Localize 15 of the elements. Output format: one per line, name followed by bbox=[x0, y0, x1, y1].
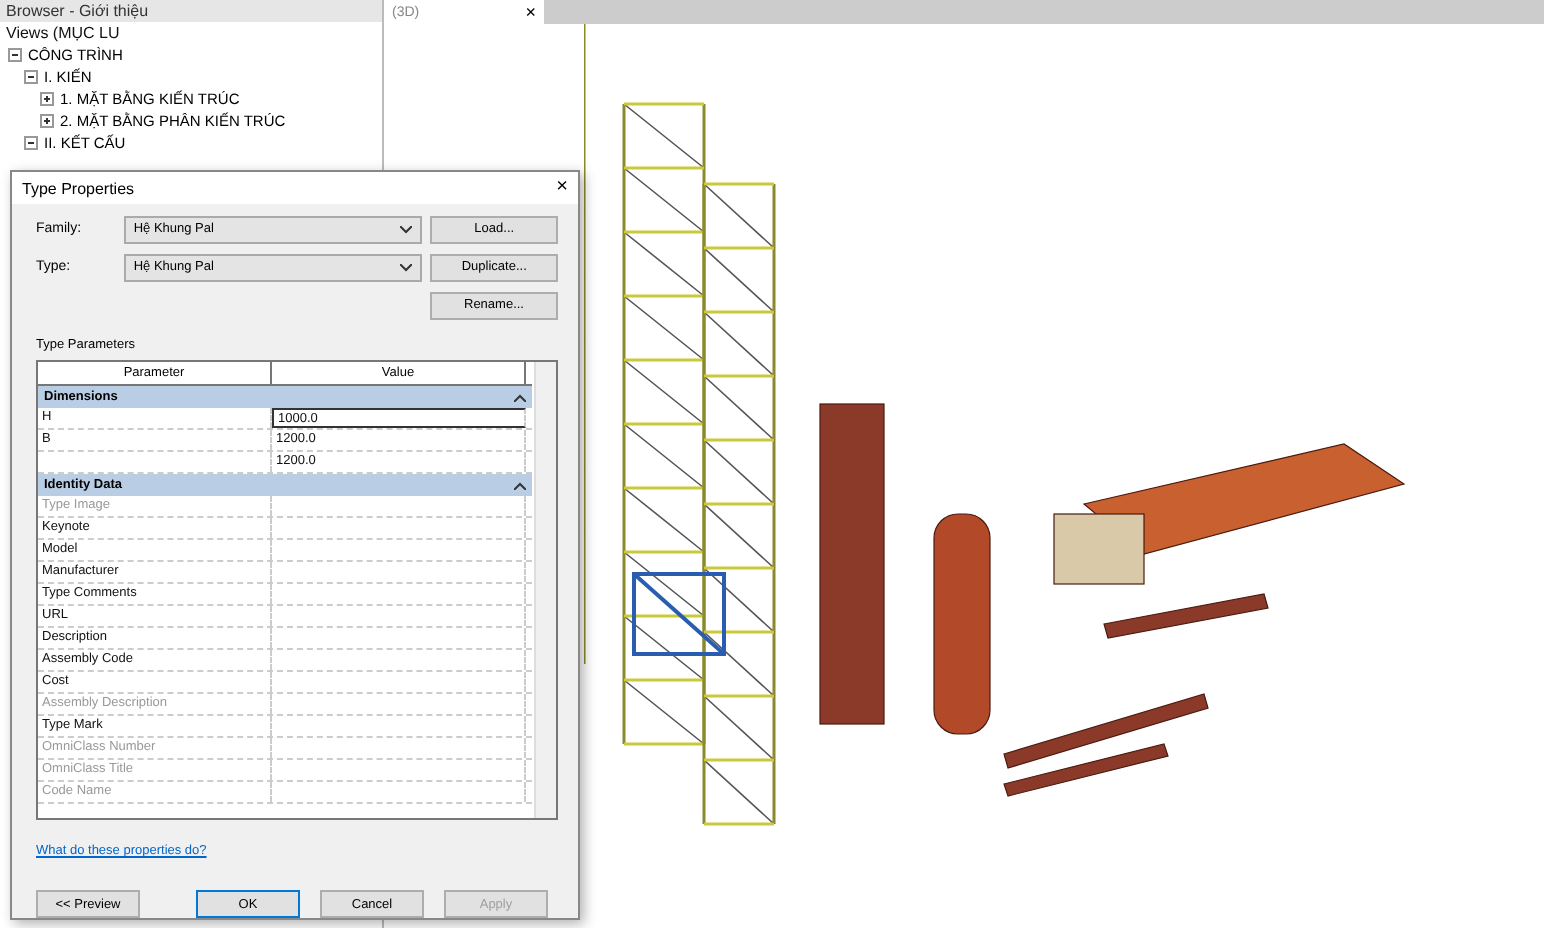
collapse-toggle-icon[interactable] bbox=[24, 70, 38, 84]
close-button[interactable]: × bbox=[556, 178, 568, 198]
dialog-title: Type Properties bbox=[22, 179, 135, 197]
collapse-toggle-icon[interactable] bbox=[8, 48, 22, 62]
chevron-icon bbox=[400, 263, 413, 271]
expand-toggle-icon[interactable] bbox=[40, 92, 54, 106]
collapse-icon bbox=[514, 393, 526, 401]
collapse-icon bbox=[514, 481, 526, 489]
expand-toggle-icon[interactable] bbox=[40, 114, 54, 128]
collapse-toggle-icon[interactable] bbox=[24, 136, 38, 150]
scrollbar[interactable] bbox=[534, 362, 556, 818]
tree-item[interactable]: Views (MỤC LU bbox=[0, 22, 382, 44]
panel-title: Browser - Giới thiệu bbox=[0, 0, 382, 22]
close-tab-button[interactable]: × bbox=[525, 3, 536, 21]
chevron-icon bbox=[400, 225, 413, 233]
